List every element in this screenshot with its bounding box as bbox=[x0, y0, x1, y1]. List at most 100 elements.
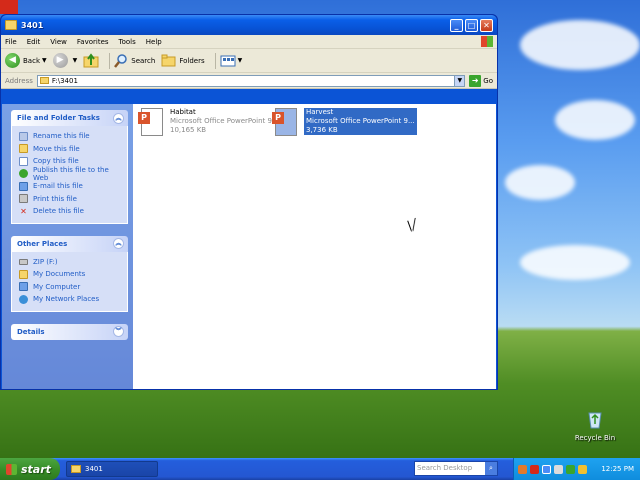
menu-help[interactable]: Help bbox=[146, 38, 162, 46]
file-size: 10,165 KB bbox=[170, 126, 207, 134]
toolbar-separator bbox=[109, 52, 111, 69]
menu-view[interactable]: View bbox=[50, 38, 67, 46]
place-my-network[interactable]: My Network Places bbox=[19, 293, 122, 306]
panel-header[interactable]: File and Folder Tasks ︽ bbox=[11, 110, 128, 126]
task-label: Copy this file bbox=[33, 157, 79, 166]
move-icon bbox=[19, 144, 28, 154]
task-delete[interactable]: ✕ Delete this file bbox=[19, 205, 122, 218]
copy-icon bbox=[19, 156, 28, 166]
folder-icon bbox=[5, 20, 17, 30]
go-arrow-icon: ➜ bbox=[469, 74, 482, 87]
task-label: Move this file bbox=[33, 144, 80, 153]
toolbar: ◀ Back ▼ ▶ ▼ Search Folders ▼ bbox=[1, 49, 497, 73]
task-email[interactable]: E-mail this file bbox=[19, 180, 122, 193]
forward-button[interactable]: ▶ ▼ bbox=[52, 53, 78, 68]
tray-app-icon[interactable] bbox=[530, 464, 539, 474]
address-input[interactable]: F:\3401 ▼ bbox=[36, 74, 466, 87]
panel-body: ZIP (F:) My Documents My Computer My Net… bbox=[11, 251, 128, 312]
tray-volume-icon[interactable] bbox=[554, 464, 563, 474]
close-button[interactable]: ✕ bbox=[480, 18, 493, 32]
menu-tools[interactable]: Tools bbox=[119, 38, 136, 46]
app-icon bbox=[0, 0, 18, 14]
search-icon[interactable]: ⌕ bbox=[485, 462, 497, 475]
clock[interactable]: 12:25 PM bbox=[601, 465, 634, 473]
desktop-search-input[interactable]: Search Desktop ⌕ bbox=[414, 461, 498, 476]
task-label: Rename this file bbox=[33, 132, 90, 141]
tray-security-icon[interactable] bbox=[566, 464, 575, 474]
task-publish[interactable]: Publish this file to the Web bbox=[19, 166, 122, 182]
file-meta: Habitat Microsoft Office PowerPoint 9...… bbox=[170, 108, 279, 135]
desktop-search-placeholder: Search Desktop bbox=[417, 464, 473, 472]
search-button[interactable]: Search bbox=[114, 53, 156, 68]
menu-favorites[interactable]: Favorites bbox=[77, 38, 109, 46]
file-item-habitat[interactable]: P Habitat Microsoft Office PowerPoint 9.… bbox=[138, 108, 279, 136]
search-icon bbox=[114, 53, 127, 68]
place-label: My Documents bbox=[33, 270, 86, 279]
go-button[interactable]: ➜ Go bbox=[469, 74, 493, 87]
file-item-harvest[interactable]: P Harvest Microsoft Office PowerPoint 9.… bbox=[272, 108, 417, 136]
tray-network-icon[interactable] bbox=[542, 464, 551, 474]
task-print[interactable]: Print this file bbox=[19, 193, 122, 206]
panel-header[interactable]: Details ︾ bbox=[11, 323, 128, 340]
back-button[interactable]: ◀ Back ▼ bbox=[5, 53, 47, 68]
search-label: Search bbox=[131, 56, 156, 65]
place-label: My Computer bbox=[33, 282, 81, 291]
file-type: Microsoft Office PowerPoint 9... bbox=[306, 117, 415, 125]
windows-logo-icon bbox=[481, 36, 493, 47]
file-size: 3,736 KB bbox=[306, 126, 338, 134]
recycle-bin[interactable]: Recycle Bin bbox=[572, 408, 618, 442]
file-list: P Habitat Microsoft Office PowerPoint 9.… bbox=[133, 104, 496, 389]
place-my-documents[interactable]: My Documents bbox=[19, 268, 122, 281]
task-label: Print this file bbox=[33, 194, 77, 203]
collapse-icon[interactable]: ︽ bbox=[113, 238, 124, 249]
address-bar: Address F:\3401 ▼ ➜ Go bbox=[1, 73, 497, 89]
views-icon bbox=[220, 55, 236, 66]
title-bar[interactable]: 3401 _ □ ✕ bbox=[1, 15, 497, 35]
panel-title: Details bbox=[17, 327, 45, 336]
folders-button[interactable]: Folders bbox=[161, 54, 205, 67]
panel-title: Other Places bbox=[17, 239, 68, 248]
menu-file[interactable]: File bbox=[5, 38, 17, 46]
panel-header[interactable]: Other Places ︽ bbox=[11, 235, 128, 252]
window-body: File and Folder Tasks ︽ Rename this file… bbox=[2, 104, 496, 389]
place-my-computer[interactable]: My Computer bbox=[19, 281, 122, 294]
recycle-bin-icon bbox=[588, 412, 602, 429]
file-type: Microsoft Office PowerPoint 9... bbox=[170, 117, 279, 125]
computer-icon bbox=[19, 282, 28, 292]
tray-app-icon[interactable] bbox=[518, 464, 527, 474]
task-label: Delete this file bbox=[33, 207, 84, 216]
panel-body: Rename this file Move this file Copy thi… bbox=[11, 126, 128, 224]
folders-icon bbox=[161, 54, 176, 67]
maximize-button[interactable]: □ bbox=[465, 18, 478, 32]
minimize-button[interactable]: _ bbox=[450, 18, 463, 32]
up-folder-button[interactable] bbox=[83, 53, 99, 68]
menu-edit[interactable]: Edit bbox=[27, 38, 41, 46]
back-label: Back bbox=[23, 56, 40, 65]
panel-title: File and Folder Tasks bbox=[17, 114, 100, 122]
expand-icon[interactable]: ︾ bbox=[113, 326, 124, 337]
explorer-window: 3401 _ □ ✕ File Edit View Favorites Tool… bbox=[0, 14, 498, 390]
chevron-down-icon: ▼ bbox=[72, 57, 78, 64]
taskbar-window-3401[interactable]: 3401 bbox=[66, 461, 158, 477]
address-dropdown-button[interactable]: ▼ bbox=[454, 75, 465, 86]
views-button[interactable]: ▼ bbox=[220, 55, 242, 67]
file-meta: Harvest Microsoft Office PowerPoint 9...… bbox=[304, 108, 417, 135]
web-icon bbox=[19, 169, 28, 179]
place-zip-drive[interactable]: ZIP (F:) bbox=[19, 256, 122, 269]
recycle-bin-label: Recycle Bin bbox=[574, 434, 616, 442]
go-label: Go bbox=[483, 76, 493, 85]
task-rename[interactable]: Rename this file bbox=[19, 130, 122, 143]
chevron-down-icon: ▼ bbox=[42, 57, 47, 64]
place-label: ZIP (F:) bbox=[33, 257, 58, 266]
start-button[interactable]: start bbox=[0, 458, 60, 480]
tray-update-icon[interactable] bbox=[578, 464, 587, 474]
powerpoint-file-icon: P bbox=[272, 108, 300, 136]
delete-icon: ✕ bbox=[20, 206, 27, 216]
collapse-icon[interactable]: ︽ bbox=[113, 112, 124, 124]
task-move[interactable]: Move this file bbox=[19, 143, 122, 156]
system-tray: 12:25 PM bbox=[513, 458, 640, 480]
email-icon bbox=[19, 181, 28, 191]
rename-icon bbox=[19, 131, 28, 141]
file-name: Harvest bbox=[306, 108, 334, 116]
file-folder-tasks-panel: File and Folder Tasks ︽ Rename this file… bbox=[11, 110, 128, 224]
